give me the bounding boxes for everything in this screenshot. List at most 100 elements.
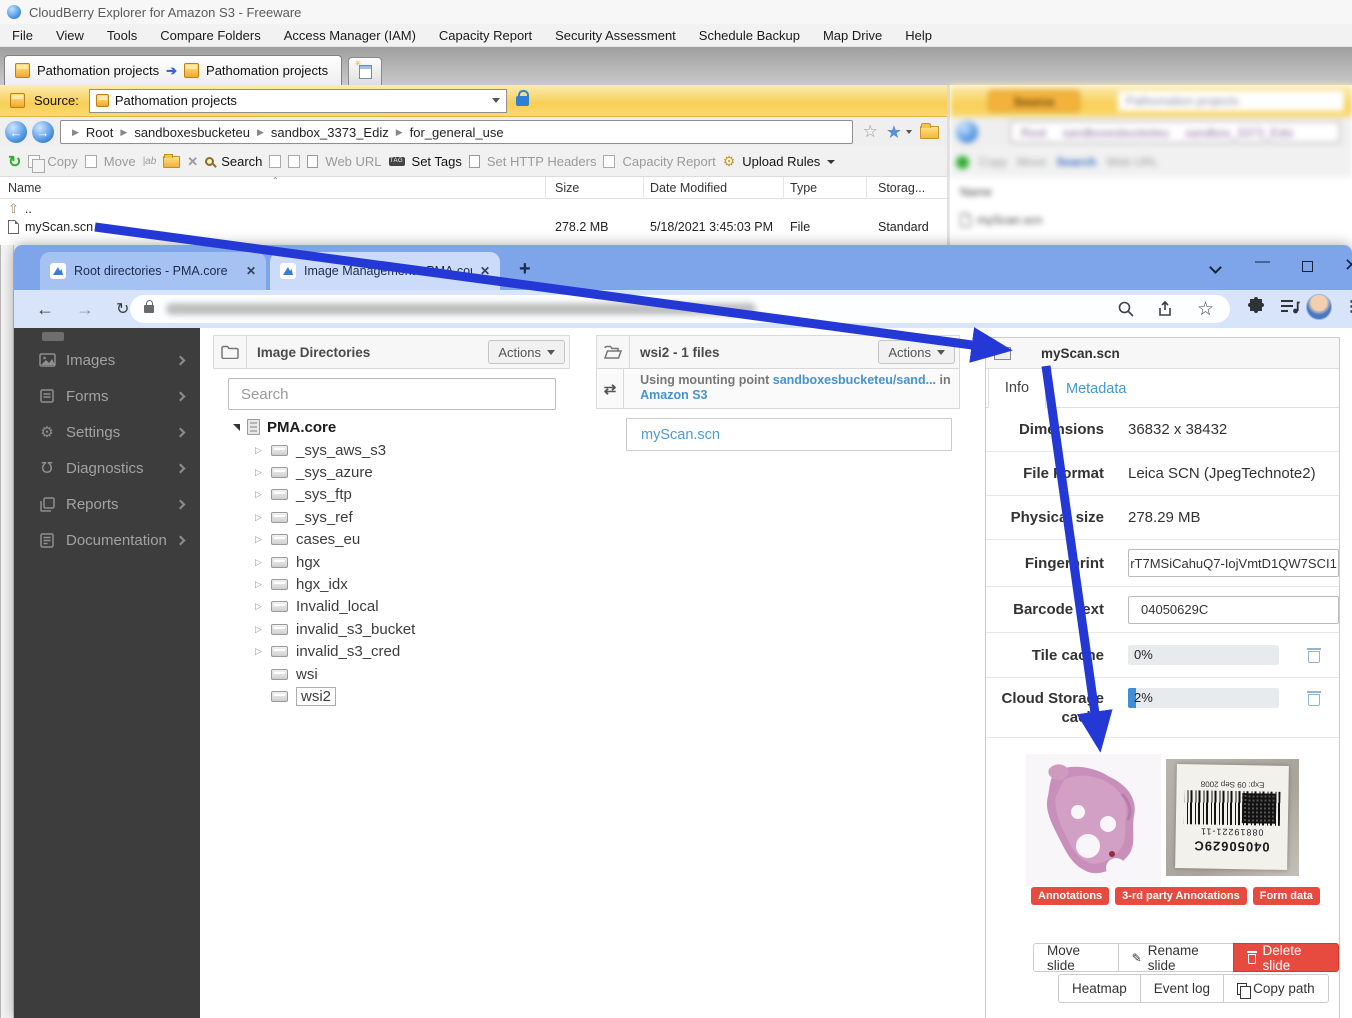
tree-collapsed-icon[interactable]: ▷ — [255, 445, 263, 456]
tree-node[interactable]: ▷_sys_ftp — [221, 484, 561, 506]
set-tags-button[interactable]: Set Tags — [412, 154, 462, 169]
delete-slide-button[interactable]: Delete slide — [1233, 943, 1339, 972]
directory-search-input[interactable]: Search — [228, 378, 556, 410]
menu-tools[interactable]: Tools — [107, 28, 137, 43]
tree-expanded-icon[interactable] — [233, 424, 240, 431]
tab-search-chevron-icon[interactable] — [1209, 261, 1222, 274]
menu-capacity-report[interactable]: Capacity Report — [439, 28, 532, 43]
cloudberry-session-tab[interactable]: Pathomation projects ➔ Pathomation proje… — [4, 55, 342, 85]
badge-form-data[interactable]: Form data — [1253, 887, 1320, 905]
sidebar-item-images[interactable]: Images — [14, 342, 200, 378]
menu-security-assessment[interactable]: Security Assessment — [555, 28, 676, 43]
tree-node[interactable]: ▷invalid_s3_cred — [221, 641, 561, 663]
tree-collapsed-icon[interactable]: ▷ — [255, 534, 263, 545]
sidebar-item-diagnostics[interactable]: ℧ Diagnostics — [14, 450, 200, 486]
tree-collapsed-icon[interactable]: ▷ — [255, 489, 263, 500]
browser-forward-icon[interactable]: → — [76, 299, 94, 320]
new-session-tab-button[interactable] — [348, 57, 382, 85]
source-select[interactable]: Pathomation projects — [89, 89, 507, 113]
breadcrumb-sandbox[interactable]: sandbox_3373_Ediz — [271, 125, 389, 140]
column-storage[interactable]: Storag... — [878, 177, 925, 199]
menu-view[interactable]: View — [56, 28, 84, 43]
move-slide-button[interactable]: Move slide — [1033, 943, 1119, 972]
slide-list-item-myscan[interactable]: myScan.scn — [626, 418, 952, 451]
directories-actions-button[interactable]: Actions — [488, 340, 565, 364]
browser-tab-root-directories[interactable]: Root directories - PMA.core ✕ — [40, 252, 266, 290]
heatmap-button[interactable]: Heatmap — [1058, 974, 1141, 1003]
sidebar-item-settings[interactable]: ⚙ Settings — [14, 414, 200, 450]
sidebar-item-reports[interactable]: Reports — [14, 486, 200, 522]
menu-map-drive[interactable]: Map Drive — [823, 28, 882, 43]
rename-slide-button[interactable]: ✎Rename slide — [1118, 943, 1234, 972]
minimize-icon[interactable]: — — [1255, 253, 1270, 270]
bookmark-star-icon[interactable]: ☆ — [1197, 298, 1214, 321]
menu-access-manager[interactable]: Access Manager (IAM) — [284, 28, 416, 43]
barcode-text-input[interactable]: 04050629C — [1128, 596, 1339, 624]
browser-menu-kebab-icon[interactable]: ⋮ — [1344, 297, 1352, 315]
browser-reload-icon[interactable]: ↻ — [116, 299, 129, 319]
breadcrumb-bucket[interactable]: sandboxesbucketeu — [134, 125, 250, 140]
files-actions-button[interactable]: Actions — [878, 340, 955, 364]
menu-file[interactable]: File — [12, 28, 33, 43]
copy-path-button[interactable]: Copy path — [1223, 974, 1329, 1003]
menu-schedule-backup[interactable]: Schedule Backup — [699, 28, 800, 43]
column-size[interactable]: Size — [555, 177, 579, 199]
column-date-modified[interactable]: Date Modified — [650, 177, 727, 199]
tree-node[interactable]: ▷Invalid_local — [221, 596, 561, 618]
mount-point-link[interactable]: sandboxesbucketeu/sand... — [773, 373, 936, 387]
tree-node[interactable]: ▷_sys_azure — [221, 461, 561, 483]
tab-metadata[interactable]: Metadata — [1056, 369, 1136, 408]
event-log-button[interactable]: Event log — [1140, 974, 1224, 1003]
tree-collapsed-icon[interactable]: ▷ — [255, 646, 263, 657]
barcode-label-thumbnail[interactable]: 04050629C 08819221-11 Exp: 09 Sep 2008 — [1166, 759, 1299, 876]
tree-node-selected[interactable]: wsi2 — [221, 685, 561, 707]
search-button[interactable]: Search — [221, 154, 262, 169]
tree-node[interactable]: ▷_sys_aws_s3 — [221, 439, 561, 461]
new-tab-icon[interactable]: + — [519, 259, 531, 279]
breadcrumb-root[interactable]: Root — [86, 125, 113, 140]
delete-icon[interactable]: ✕ — [187, 154, 198, 170]
chevron-down-icon[interactable] — [906, 130, 912, 134]
sidebar-item-documentation[interactable]: Documentation — [14, 522, 200, 558]
address-bar[interactable]: ☆ — [130, 295, 1230, 323]
tree-node[interactable]: ▷hgx — [221, 551, 561, 573]
amazon-s3-link[interactable]: Amazon S3 — [640, 388, 707, 402]
tree-node[interactable]: ▷invalid_s3_bucket — [221, 618, 561, 640]
favorite-outline-icon[interactable]: ☆ — [863, 122, 878, 142]
tissue-thumbnail[interactable] — [1026, 754, 1161, 886]
menu-compare-folders[interactable]: Compare Folders — [160, 28, 260, 43]
favorites-star-icon[interactable]: ★ — [886, 122, 902, 143]
profile-avatar[interactable] — [1306, 294, 1332, 320]
upload-rules-button[interactable]: Upload Rules — [742, 154, 820, 169]
tree-node[interactable]: ▷_sys_ref — [221, 506, 561, 528]
browser-back-icon[interactable]: ← — [36, 299, 54, 320]
extensions-puzzle-icon[interactable] — [1246, 297, 1266, 322]
new-folder-icon[interactable] — [163, 156, 180, 168]
tree-node[interactable]: ▷hgx_idx — [221, 573, 561, 595]
set-http-headers-button[interactable]: Set HTTP Headers — [487, 154, 597, 169]
copy-button[interactable]: Copy — [47, 154, 77, 169]
parent-folder-row[interactable]: ⇧ .. — [0, 199, 947, 219]
menu-help[interactable]: Help — [905, 28, 932, 43]
capacity-report-button[interactable]: Capacity Report — [622, 154, 715, 169]
tab-info[interactable]: Info — [988, 369, 1046, 408]
folder-icon[interactable] — [920, 126, 939, 139]
tree-collapsed-icon[interactable]: ▷ — [255, 624, 263, 635]
tab-close-icon[interactable]: ✕ — [246, 264, 256, 278]
badge-annotations[interactable]: Annotations — [1031, 887, 1109, 905]
tree-node[interactable]: ▷cases_eu — [221, 529, 561, 551]
tab-close-icon[interactable]: ✕ — [480, 264, 490, 278]
zoom-icon[interactable] — [1117, 300, 1135, 318]
tree-collapsed-icon[interactable]: ▷ — [255, 557, 263, 568]
web-url-button[interactable]: Web URL — [325, 154, 381, 169]
tree-collapsed-icon[interactable]: ▷ — [255, 579, 263, 590]
refresh-icon[interactable]: ↻ — [8, 152, 21, 172]
badge-3rd-party-annotations[interactable]: 3-rd party Annotations — [1115, 887, 1247, 905]
tree-node-pma-core[interactable]: PMA.core — [221, 415, 561, 439]
tree-collapsed-icon[interactable]: ▷ — [255, 601, 263, 612]
lock-icon[interactable] — [516, 96, 529, 106]
forward-button[interactable]: → — [32, 121, 54, 143]
view-grid-icon[interactable] — [269, 155, 281, 168]
tree-collapsed-icon[interactable]: ▷ — [255, 512, 263, 523]
sidebar-item-forms[interactable]: Forms — [14, 378, 200, 414]
